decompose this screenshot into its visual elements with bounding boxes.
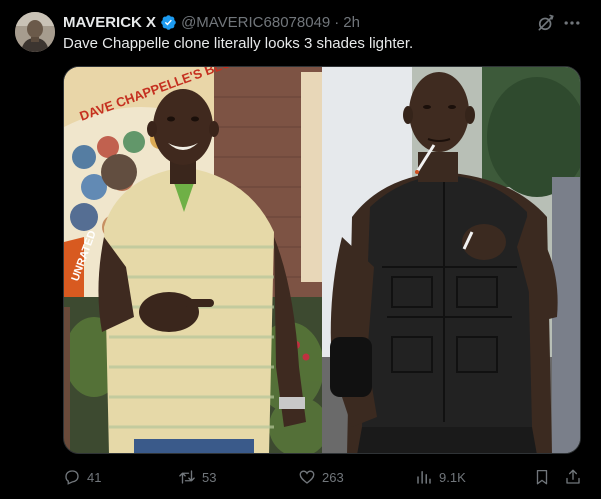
repost-count: 53	[202, 469, 217, 485]
reply-icon	[65, 470, 79, 485]
repost-icon	[179, 470, 195, 484]
tweet-text: Dave Chappelle clone literally looks 3 s…	[63, 35, 414, 52]
tweet-header: MAVERICK X @MAVERIC68078049 · 2h	[63, 12, 360, 32]
verified-badge-icon	[160, 14, 177, 31]
repost-button[interactable]: 53	[178, 466, 216, 488]
tweet[interactable]: MAVERICK X @MAVERIC68078049 · 2h Dave Ch…	[0, 0, 601, 499]
like-button[interactable]: 263	[298, 466, 344, 488]
avatar[interactable]	[15, 12, 55, 52]
bookmark-button[interactable]	[533, 466, 557, 488]
photo-left[interactable]: DAVE CHAPPELLE'S BLOCK PARTY UNRATED	[64, 67, 329, 453]
tweet-actions: 41 53 263 9.1K	[63, 466, 583, 488]
views-count: 9.1K	[439, 469, 466, 485]
views-icon	[417, 471, 431, 484]
reply-count: 41	[87, 469, 102, 485]
like-count: 263	[322, 469, 344, 485]
reply-button[interactable]: 41	[63, 466, 101, 488]
author-name[interactable]: MAVERICK X	[63, 14, 156, 31]
photo-right[interactable]	[322, 67, 580, 453]
author-handle[interactable]: @MAVERIC68078049	[181, 14, 330, 31]
more-icon[interactable]	[562, 13, 582, 33]
separator-dot: ·	[334, 13, 340, 31]
timestamp[interactable]: 2h	[343, 14, 360, 31]
share-button[interactable]	[564, 466, 588, 488]
tweet-media[interactable]: DAVE CHAPPELLE'S BLOCK PARTY UNRATED	[63, 66, 581, 454]
grok-icon[interactable]	[536, 13, 556, 33]
bookmark-icon	[536, 469, 548, 485]
like-icon	[299, 470, 315, 484]
share-icon	[566, 469, 580, 484]
views-button[interactable]: 9.1K	[415, 466, 466, 488]
